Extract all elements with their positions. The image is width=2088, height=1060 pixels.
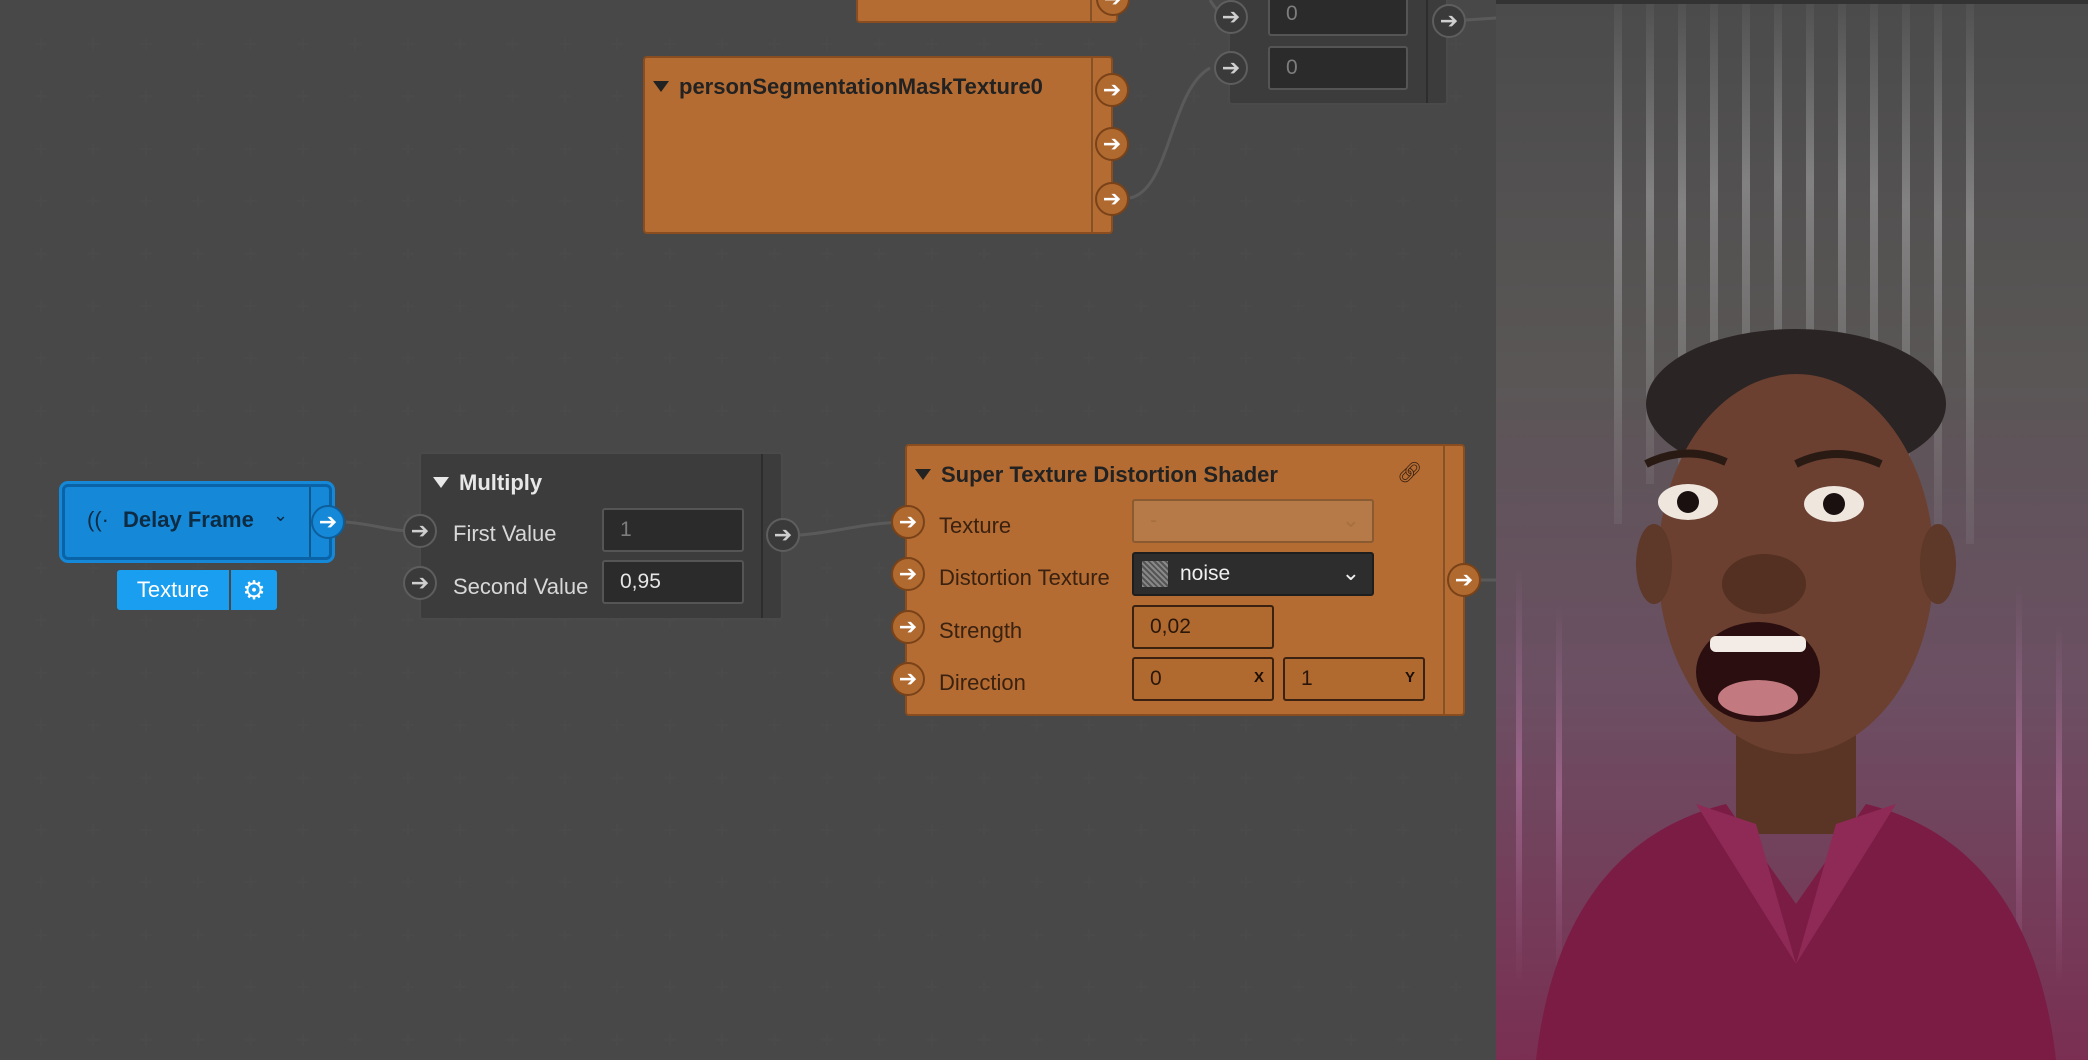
first-value-input-port[interactable]: ➔ [403, 514, 437, 548]
arrow-right-icon: ➔ [898, 666, 918, 691]
distortion-texture-dropdown[interactable]: noise ⌄ [1132, 552, 1374, 596]
partial-gray-field-b[interactable]: 0 [1268, 46, 1408, 90]
texture-label: Texture [939, 513, 1012, 538]
direction-y-axis-label: Y [1404, 669, 1415, 686]
strength-field[interactable]: 0,02 [1132, 605, 1274, 649]
delay-frame-settings-button[interactable]: ⚙ [231, 570, 277, 610]
delay-frame-node[interactable]: ((· Delay Frame ⌄ [62, 484, 332, 560]
texture-dropdown[interactable]: - ⌄ [1132, 499, 1374, 543]
triangle-down-icon[interactable] [915, 468, 931, 480]
partial-orange-node-top[interactable] [856, 0, 1118, 23]
delay-frame-title: Delay Frame [123, 507, 254, 532]
chevron-down-icon: ⌄ [1341, 560, 1360, 585]
mask-texture-node[interactable]: personSegmentationMaskTexture0 [643, 56, 1113, 234]
partial-gray-output-port[interactable]: ➔ [1432, 4, 1466, 38]
second-value-field[interactable]: 0,95 [602, 560, 744, 604]
chevron-down-icon[interactable]: ⌄ [273, 505, 288, 526]
arrow-right-icon: ➔ [318, 509, 338, 534]
direction-y-field[interactable]: 1 Y [1283, 657, 1425, 701]
mask-output-port-2[interactable]: ➔ [1095, 127, 1129, 161]
shader-output-port[interactable]: ➔ [1447, 563, 1481, 597]
second-value-label: Second Value [453, 574, 589, 599]
arrow-right-icon: ➔ [898, 561, 918, 586]
arrow-right-icon: ➔ [773, 522, 793, 547]
partial-gray-field-a[interactable]: 0 [1268, 0, 1408, 36]
mask-texture-node-title[interactable]: personSegmentationMaskTexture0 [653, 74, 1043, 100]
patch-editor-canvas[interactable]: ➔ ➔ 0 ➔ 0 ➔ personSegmentationMaskTextur… [0, 0, 1496, 1060]
mask-output-port-3[interactable]: ➔ [1095, 182, 1129, 216]
multiply-output-port[interactable]: ➔ [766, 518, 800, 552]
direction-input-port[interactable]: ➔ [891, 662, 925, 696]
partial-gray-input-port-b[interactable]: ➔ [1214, 51, 1248, 85]
delay-frame-texture-chip[interactable]: Texture [117, 570, 229, 610]
arrow-right-icon: ➔ [410, 570, 430, 595]
direction-x-axis-label: X [1253, 669, 1264, 686]
link-icon[interactable]: 🔗︎ [1397, 460, 1422, 485]
arrow-right-icon: ➔ [1221, 4, 1241, 29]
arrow-right-icon: ➔ [898, 509, 918, 534]
person-silhouette [1536, 329, 2056, 1060]
delay-frame-output-port[interactable]: ➔ [311, 505, 345, 539]
arrow-right-icon: ➔ [1102, 186, 1122, 211]
first-value-field[interactable]: 1 [602, 508, 744, 552]
arrow-right-icon: ➔ [410, 518, 430, 543]
triangle-down-icon[interactable] [653, 80, 669, 92]
effect-preview-viewport[interactable] [1496, 4, 2088, 1060]
arrow-right-icon: ➔ [1104, 0, 1122, 10]
arrow-right-icon: ➔ [1439, 8, 1459, 33]
arrow-right-icon: ➔ [1102, 131, 1122, 156]
distortion-texture-label: Distortion Texture [939, 565, 1110, 590]
noise-thumbnail-icon [1142, 561, 1168, 587]
texture-input-port[interactable]: ➔ [891, 505, 925, 539]
multiply-title[interactable]: Multiply [433, 470, 542, 496]
strength-label: Strength [939, 618, 1023, 643]
arrow-right-icon: ➔ [1221, 55, 1241, 80]
shader-title[interactable]: Super Texture Distortion Shader [915, 462, 1278, 488]
direction-label: Direction [939, 670, 1026, 695]
direction-x-field[interactable]: 0 X [1132, 657, 1274, 701]
arrow-right-icon: ➔ [898, 614, 918, 639]
first-value-label: First Value [453, 521, 557, 546]
arrow-right-icon: ➔ [1454, 567, 1474, 592]
second-value-input-port[interactable]: ➔ [403, 566, 437, 600]
gear-icon: ⚙ [242, 574, 266, 605]
signal-waves-icon: ((· [87, 507, 109, 532]
distortion-texture-input-port[interactable]: ➔ [891, 557, 925, 591]
mask-output-port-1[interactable]: ➔ [1095, 73, 1129, 107]
triangle-down-icon[interactable] [433, 476, 449, 488]
strength-input-port[interactable]: ➔ [891, 610, 925, 644]
chevron-down-icon: ⌄ [1341, 507, 1360, 532]
arrow-right-icon: ➔ [1102, 77, 1122, 102]
partial-gray-input-port-a[interactable]: ➔ [1214, 0, 1248, 34]
